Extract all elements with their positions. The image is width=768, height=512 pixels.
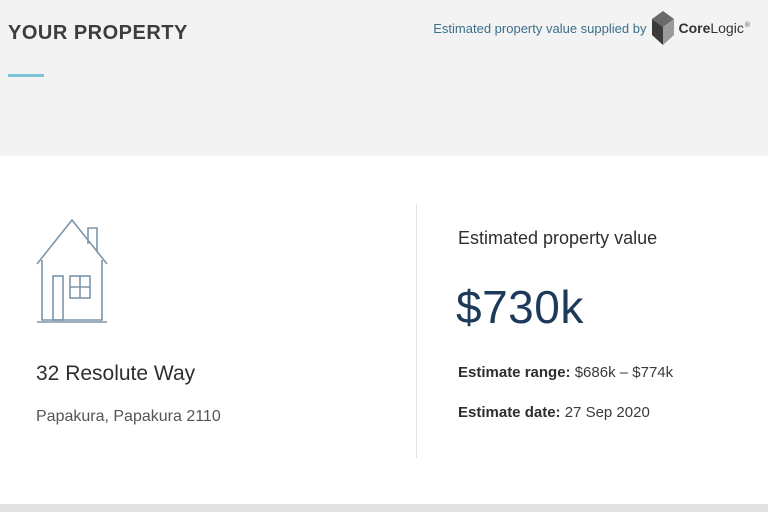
property-card: 32 Resolute Way Papakura, Papakura 2110 … (0, 156, 768, 504)
estimate-date: Estimate date: 27 Sep 2020 (458, 404, 650, 421)
supplier-attribution: Estimated property value supplied by Cor… (433, 6, 750, 50)
estimate-range-value: $686k – $774k (570, 364, 674, 381)
estimate-date-label: Estimate date: (458, 404, 561, 421)
corelogic-logo-text: CoreLogic® (678, 20, 750, 36)
corelogic-logo-icon (652, 11, 675, 45)
house-icon (36, 218, 108, 323)
header-section: YOUR PROPERTY Estimated property value s… (0, 0, 768, 156)
column-divider (416, 204, 417, 458)
estimate-range-label: Estimate range: (458, 364, 571, 381)
bottom-strip (0, 504, 768, 512)
address-street: 32 Resolute Way (36, 362, 196, 385)
corelogic-logo[interactable]: CoreLogic® (652, 11, 750, 45)
section-title: YOUR PROPERTY (8, 22, 188, 44)
address-suburb: Papakura, Papakura 2110 (36, 408, 221, 425)
estimate-date-value: 27 Sep 2020 (560, 404, 650, 421)
title-underline (8, 74, 44, 77)
supplier-text: Estimated property value supplied by (433, 20, 647, 36)
estimate-range: Estimate range: $686k – $774k (458, 364, 673, 381)
estimated-value-amount: $730k (456, 281, 584, 333)
estimated-value-label: Estimated property value (458, 228, 658, 248)
